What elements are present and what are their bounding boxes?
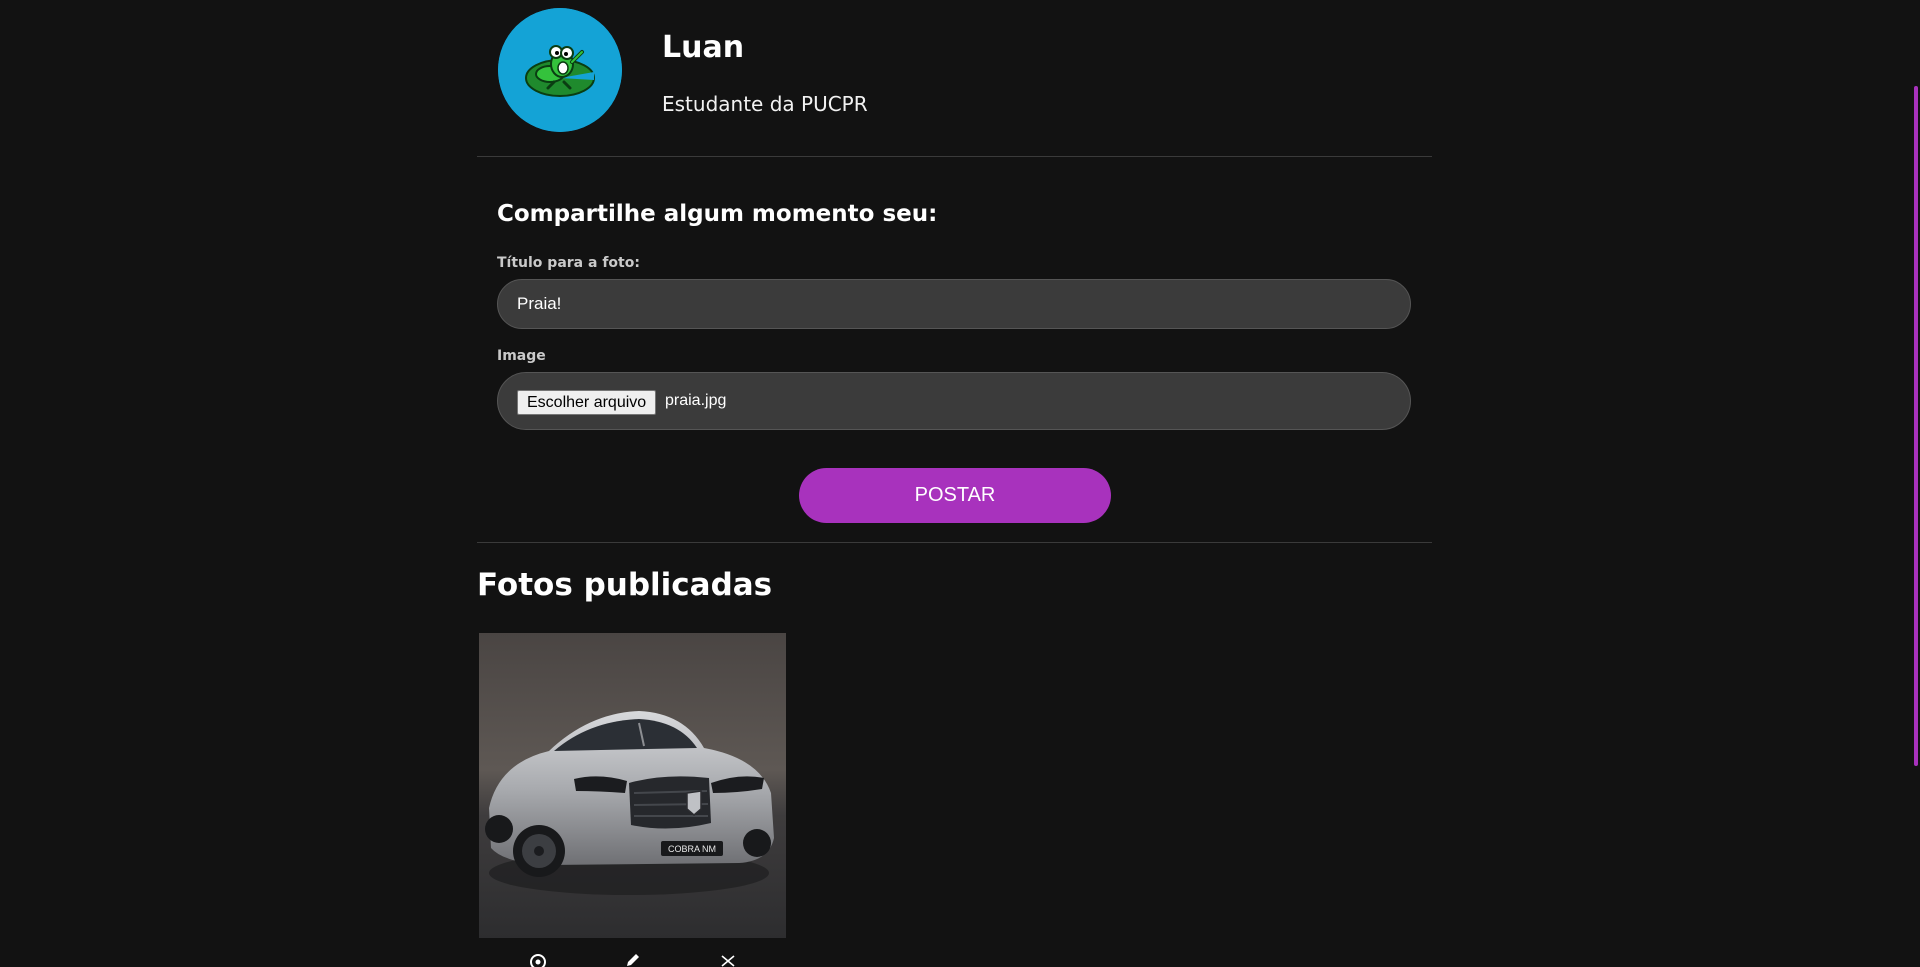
image-file-input[interactable]: Escolher arquivo praia.jpg xyxy=(497,372,1411,430)
delete-icon[interactable] xyxy=(719,951,737,967)
page: Luan Estudante da PUCPR Compartilhe algu… xyxy=(0,0,1920,967)
upload-heading: Compartilhe algum momento seu: xyxy=(497,201,938,227)
view-icon[interactable] xyxy=(529,951,547,967)
profile-header: Luan Estudante da PUCPR xyxy=(477,0,1432,157)
profile-container: Luan Estudante da PUCPR Compartilhe algu… xyxy=(477,0,1432,967)
profile-name: Luan xyxy=(662,30,745,65)
scrollbar[interactable] xyxy=(1912,0,1920,967)
license-plate-text: COBRA NM xyxy=(668,844,716,854)
photo-card: COBRA NM xyxy=(479,633,786,967)
avatar xyxy=(498,8,622,132)
frog-on-lily-pad-icon xyxy=(498,8,622,132)
image-label: Image xyxy=(497,348,546,364)
edit-icon[interactable] xyxy=(624,951,642,967)
post-button[interactable]: POSTAR xyxy=(799,468,1111,523)
scrollbar-thumb[interactable] xyxy=(1914,86,1918,766)
gallery-heading: Fotos publicadas xyxy=(477,567,773,603)
selected-file-name: praia.jpg xyxy=(665,392,727,409)
choose-file-button[interactable]: Escolher arquivo xyxy=(517,390,657,415)
photo-title-label: Título para a foto: xyxy=(497,255,640,271)
upload-form: Compartilhe algum momento seu: Título pa… xyxy=(477,157,1432,543)
photo-title-input[interactable] xyxy=(497,279,1411,329)
profile-bio: Estudante da PUCPR xyxy=(662,92,868,116)
photo-actions xyxy=(479,951,786,967)
published-photo[interactable]: COBRA NM xyxy=(479,633,786,938)
